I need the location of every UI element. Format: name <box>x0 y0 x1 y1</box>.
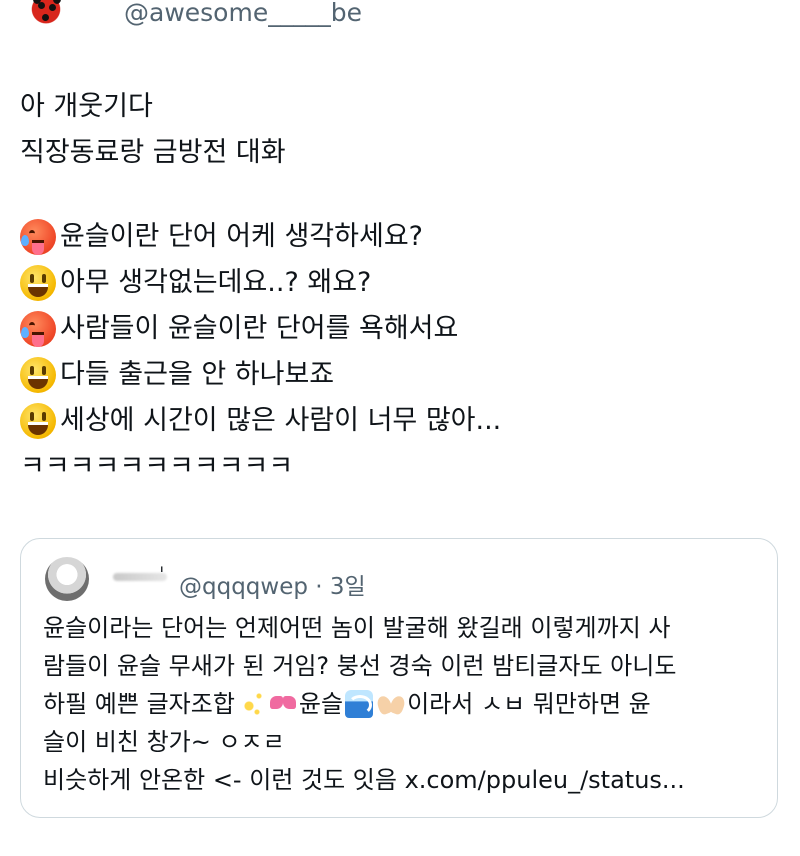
tweet-line: ㅋㅋㅋㅋㅋㅋㅋㅋㅋㅋㅋ <box>20 451 294 482</box>
quote-line: 슬이 비친 창가~ ㅇㅈㄹ <box>43 728 285 756</box>
quote-line: 람들이 윤슬 무새가 된 거임? 붕선 경숙 이런 밤티글자도 아니도 <box>43 652 677 680</box>
tweet-line-text: 다들 출근을 안 하나보죠 <box>60 359 335 390</box>
sparkles-icon <box>236 690 265 718</box>
ribbon-icon <box>269 690 297 718</box>
grinning-face-icon <box>20 357 56 393</box>
hot-face-icon <box>20 219 56 255</box>
heart-hands-icon <box>377 690 405 718</box>
tweet-line: 아무 생각없는데요..? 왜요? <box>20 260 780 306</box>
quote-line: 윤슬이라는 단어는 언제어떤 놈이 발굴해 왔길래 이렇게까지 사 <box>43 614 671 642</box>
grinning-face-icon <box>20 403 56 439</box>
tweet-line-text: 사람들이 윤슬이란 단어를 욕해서요 <box>60 313 459 344</box>
quote-line-with-link[interactable]: 비슷하게 안온한 <- 이런 것도 잇음 x.com/ppuleu_/statu… <box>43 761 773 799</box>
quote-line: 하필 예쁜 글자조합 윤슬 이라서 ㅅㅂ 뭐만하면 윤 <box>43 685 773 723</box>
author-avatar[interactable] <box>20 0 72 30</box>
quote-line-text: 하필 예쁜 글자조합 <box>43 690 235 718</box>
grinning-face-icon <box>20 265 56 301</box>
author-handle[interactable]: @awesome_____be <box>124 0 362 27</box>
quote-author-name: ˈ <box>159 563 165 587</box>
quote-author-avatar[interactable] <box>45 557 89 601</box>
tweet-line: 직장동료랑 금방전 대화 <box>20 137 286 168</box>
quote-handle-time[interactable]: @qqqqwep · 3일 <box>179 567 366 601</box>
tweet-text: 아 개웃기다 직장동료랑 금방전 대화 윤슬이란 단어 어케 생각하세요? 아무… <box>20 84 780 490</box>
tweet-line-text: 아무 생각없는데요..? 왜요? <box>60 267 372 298</box>
tweet-line: 다들 출근을 안 하나보죠 <box>20 352 780 398</box>
tweet-line-text: 세상에 시간이 많은 사람이 너무 많아... <box>60 405 502 436</box>
tweet-line: 윤슬이란 단어 어케 생각하세요? <box>20 214 780 260</box>
water-wave-icon <box>345 690 374 718</box>
quote-text: 윤슬이라는 단어는 언제어떤 놈이 발굴해 왔길래 이렇게까지 사 람들이 윤슬… <box>43 609 773 799</box>
hot-face-icon <box>20 311 56 347</box>
tweet-line: 세상에 시간이 많은 사람이 너무 많아... <box>20 398 780 444</box>
tweet-line-text: 윤슬이란 단어 어케 생각하세요? <box>60 221 423 252</box>
tweet-line: 아 개웃기다 <box>20 91 153 122</box>
tweet-line: 사람들이 윤슬이란 단어를 욕해서요 <box>20 306 780 352</box>
quote-line-text: 윤슬 <box>298 690 344 718</box>
quoted-tweet-card[interactable]: ˈ @qqqqwep · 3일 윤슬이라는 단어는 언제어떤 놈이 발굴해 왔길… <box>20 538 778 818</box>
quote-line-text: 이라서 ㅅㅂ 뭐만하면 윤 <box>407 690 651 718</box>
